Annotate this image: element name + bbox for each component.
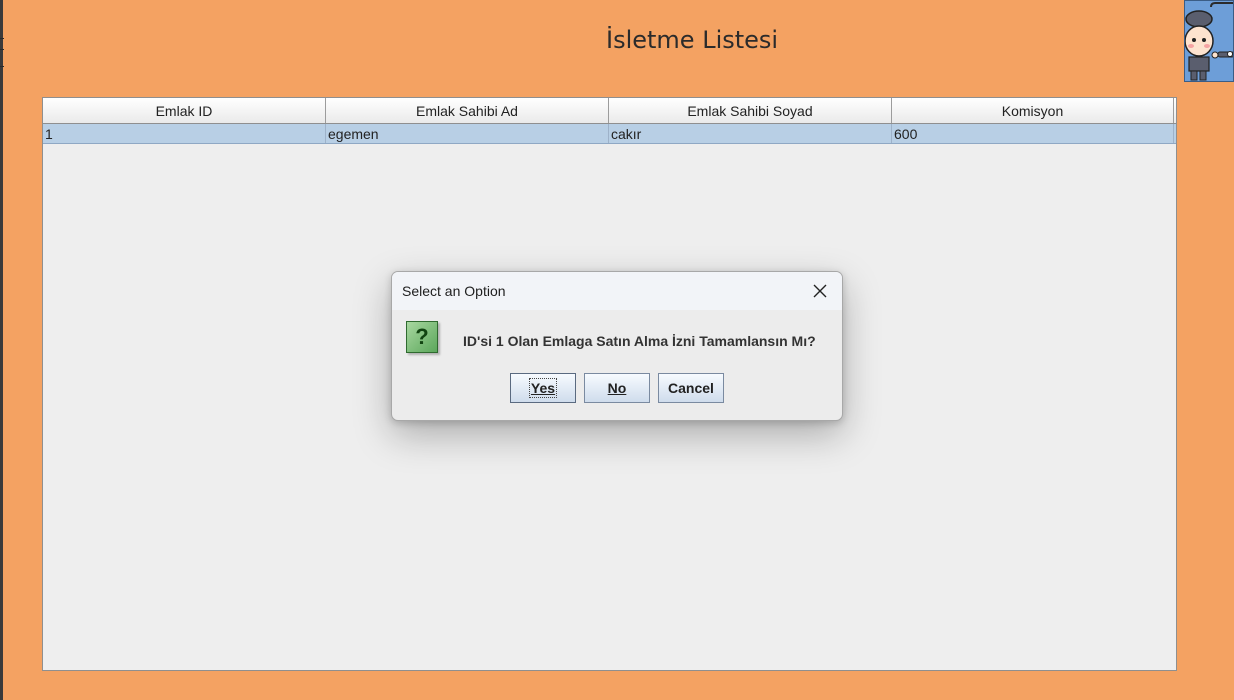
close-icon[interactable]	[810, 281, 830, 301]
cancel-button-label: Cancel	[668, 380, 714, 396]
no-button-label: No	[607, 380, 627, 396]
edge-mark	[0, 49, 4, 50]
question-icon: ?	[406, 321, 438, 353]
column-header-emlak-sahibi-ad[interactable]: Emlak Sahibi Ad	[326, 98, 609, 123]
no-button[interactable]: No	[584, 373, 650, 403]
window-left-edge	[0, 0, 3, 700]
cell-emlak-sahibi-ad[interactable]: egemen	[326, 124, 609, 143]
page-title: İsletme Listesi	[606, 26, 779, 54]
cancel-button[interactable]: Cancel	[658, 373, 724, 403]
column-header-komisyon[interactable]: Komisyon	[892, 98, 1174, 123]
column-header-emlak-sahibi-soyad[interactable]: Emlak Sahibi Soyad	[609, 98, 892, 123]
dialog-titlebar: Select an Option	[392, 272, 842, 310]
edge-mark	[0, 38, 4, 39]
yes-button-label: Yes	[528, 378, 558, 398]
cell-emlak-id[interactable]: 1	[43, 124, 326, 143]
dialog-message: ID'si 1 Olan Emlaga Satın Alma İzni Tama…	[463, 333, 816, 349]
edge-mark	[0, 66, 4, 67]
cell-emlak-sahibi-soyad[interactable]: cakır	[609, 124, 892, 143]
table-header: Emlak ID Emlak Sahibi Ad Emlak Sahibi So…	[43, 98, 1176, 124]
column-header-emlak-id[interactable]: Emlak ID	[43, 98, 326, 123]
avatar-image	[1184, 0, 1234, 82]
table-row[interactable]: 1 egemen cakır 600	[43, 124, 1176, 144]
confirm-dialog: Select an Option ? ID'si 1 Olan Emlaga S…	[391, 271, 843, 421]
dialog-title: Select an Option	[402, 283, 506, 299]
yes-button[interactable]: Yes	[510, 373, 576, 403]
cell-komisyon[interactable]: 600	[892, 124, 1174, 143]
